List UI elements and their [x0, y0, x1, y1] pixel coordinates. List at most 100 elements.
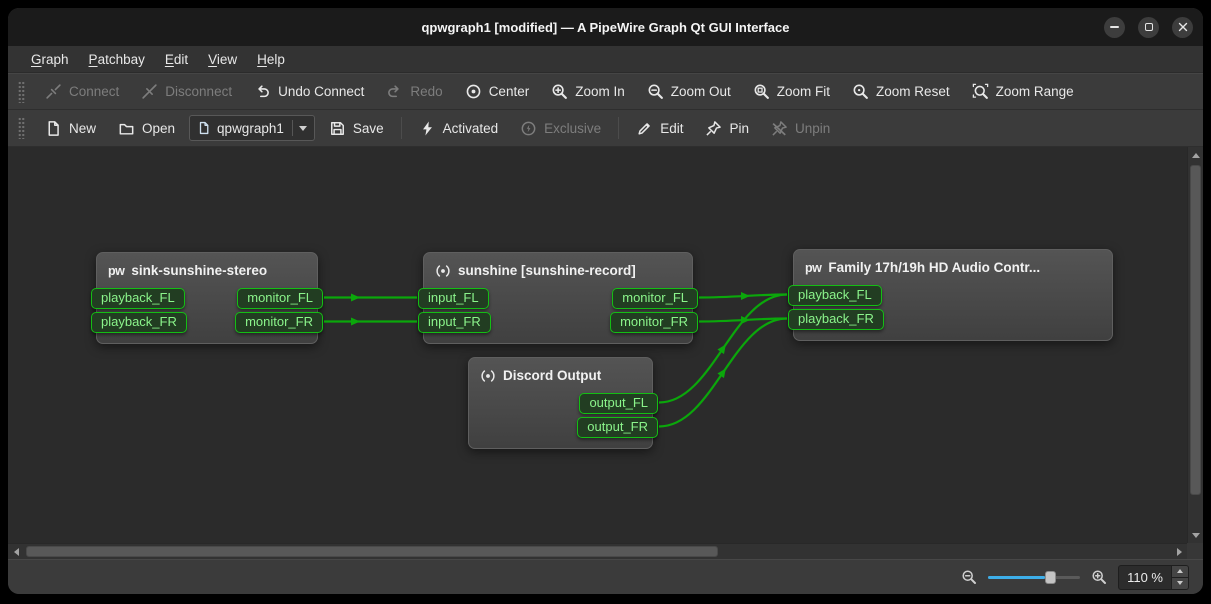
port-playback-fr[interactable]: playback_FR: [91, 312, 187, 333]
zoom-fit-label: Zoom Fit: [777, 84, 830, 99]
port-monitor-fr[interactable]: monitor_FR: [610, 312, 698, 333]
redo-icon: [386, 83, 403, 100]
zoom-reset-icon: [852, 83, 869, 100]
graph-canvas[interactable]: pw sink-sunshine-stereo playback_FL moni…: [8, 147, 1187, 543]
spin-up-button[interactable]: [1172, 566, 1188, 577]
port-playback-fr[interactable]: playback_FR: [788, 309, 884, 330]
pin-label: Pin: [729, 121, 749, 136]
record-icon: [435, 263, 451, 279]
canvas-area: pw sink-sunshine-stereo playback_FL moni…: [8, 147, 1203, 559]
scroll-right-button[interactable]: [1171, 544, 1187, 560]
node-discord-output[interactable]: Discord Output output_FL output_FR: [468, 357, 653, 449]
menu-patchbay[interactable]: Patchbay: [80, 49, 154, 70]
close-icon: [1178, 22, 1188, 32]
save-button[interactable]: Save: [321, 115, 392, 142]
pin-icon: [705, 120, 722, 137]
activated-button[interactable]: Activated: [411, 115, 507, 142]
toolbar-drag-handle[interactable]: [18, 117, 25, 139]
close-button[interactable]: [1172, 17, 1193, 38]
zoom-in-button[interactable]: Zoom In: [543, 78, 633, 105]
undo-connect-button[interactable]: Undo Connect: [246, 78, 372, 105]
zoom-reset-button[interactable]: Zoom Reset: [844, 78, 958, 105]
horizontal-scroll-thumb[interactable]: [26, 546, 718, 557]
port-monitor-fr[interactable]: monitor_FR: [235, 312, 323, 333]
disconnect-icon: [141, 83, 158, 100]
open-button[interactable]: Open: [110, 115, 183, 142]
connect-label: Connect: [69, 84, 119, 99]
connect-icon: [45, 83, 62, 100]
wire-arrow: [741, 292, 750, 300]
scroll-left-button[interactable]: [8, 544, 24, 560]
port-monitor-fl[interactable]: monitor_FL: [237, 288, 323, 309]
new-button[interactable]: New: [37, 115, 104, 142]
zoom-in-label: Zoom In: [575, 84, 625, 99]
titlebar[interactable]: qpwgraph1 [modified] — A PipeWire Graph …: [8, 8, 1203, 46]
node-family-audio[interactable]: pw Family 17h/19h HD Audio Contr... play…: [793, 249, 1113, 341]
slider-handle[interactable]: [1045, 571, 1056, 584]
node-sunshine[interactable]: sunshine [sunshine-record] input_FL moni…: [423, 252, 693, 344]
menubar: Graph Patchbay Edit View Help: [8, 46, 1203, 73]
node-sink-sunshine-stereo[interactable]: pw sink-sunshine-stereo playback_FL moni…: [96, 252, 318, 344]
port-playback-fl[interactable]: playback_FL: [91, 288, 185, 309]
wire-arrow: [717, 366, 729, 378]
arrow-right-icon: [1177, 548, 1182, 556]
open-folder-icon: [118, 120, 135, 137]
port-input-fl[interactable]: input_FL: [418, 288, 489, 309]
node-title: sunshine [sunshine-record]: [458, 263, 636, 278]
vertical-scroll-thumb[interactable]: [1190, 165, 1201, 495]
exclusive-button[interactable]: Exclusive: [512, 115, 609, 142]
port-monitor-fl[interactable]: monitor_FL: [612, 288, 698, 309]
edit-button[interactable]: Edit: [628, 115, 691, 142]
maximize-button[interactable]: [1138, 17, 1159, 38]
port-input-fr[interactable]: input_FR: [418, 312, 491, 333]
disconnect-label: Disconnect: [165, 84, 232, 99]
maximize-icon: [1145, 23, 1153, 31]
patchbay-combo-value: qpwgraph1: [217, 121, 284, 136]
menu-graph[interactable]: Graph: [22, 49, 78, 70]
port-playback-fl[interactable]: playback_FL: [788, 285, 882, 306]
zoom-reset-label: Zoom Reset: [876, 84, 950, 99]
arrow-down-icon: [1177, 581, 1183, 585]
unpin-label: Unpin: [795, 121, 830, 136]
zoom-slider[interactable]: [988, 568, 1080, 586]
vertical-scrollbar[interactable]: [1187, 147, 1203, 543]
zoom-fit-button[interactable]: Zoom Fit: [745, 78, 838, 105]
menu-view[interactable]: View: [199, 49, 246, 70]
unpin-icon: [771, 120, 788, 137]
zoom-range-button[interactable]: Zoom Range: [964, 78, 1082, 105]
horizontal-scrollbar[interactable]: [8, 543, 1187, 559]
port-output-fl[interactable]: output_FL: [579, 393, 658, 414]
activated-bolt-icon: [419, 120, 436, 137]
scroll-down-button[interactable]: [1188, 527, 1203, 543]
toolbar-drag-handle[interactable]: [18, 81, 25, 103]
edit-label: Edit: [660, 121, 683, 136]
new-label: New: [69, 121, 96, 136]
unpin-button[interactable]: Unpin: [763, 115, 838, 142]
spin-down-button[interactable]: [1172, 577, 1188, 589]
toolbar-separator: [618, 117, 619, 139]
minimize-button[interactable]: [1104, 17, 1125, 38]
redo-button[interactable]: Redo: [378, 78, 450, 105]
pin-button[interactable]: Pin: [697, 115, 757, 142]
zoom-fit-icon: [753, 83, 770, 100]
node-header: pw sink-sunshine-stereo: [97, 253, 317, 288]
center-icon: [465, 83, 482, 100]
connect-button[interactable]: Connect: [37, 78, 127, 105]
zoom-range-icon: [972, 83, 989, 100]
zoom-out-icon[interactable]: [961, 569, 977, 585]
scroll-up-button[interactable]: [1188, 147, 1203, 163]
menu-edit[interactable]: Edit: [156, 49, 197, 70]
zoom-in-icon[interactable]: [1091, 569, 1107, 585]
pipewire-icon: pw: [108, 264, 124, 278]
connection-wire: [699, 319, 787, 322]
zoom-spinbox[interactable]: 110 %: [1118, 565, 1189, 590]
patchbay-combo[interactable]: qpwgraph1: [189, 115, 315, 141]
menu-help[interactable]: Help: [248, 49, 294, 70]
zoom-value: 110 %: [1119, 566, 1171, 589]
zoom-out-button[interactable]: Zoom Out: [639, 78, 739, 105]
port-output-fr[interactable]: output_FR: [577, 417, 658, 438]
exclusive-icon: [520, 120, 537, 137]
new-file-icon: [45, 120, 62, 137]
disconnect-button[interactable]: Disconnect: [133, 78, 240, 105]
center-button[interactable]: Center: [457, 78, 538, 105]
